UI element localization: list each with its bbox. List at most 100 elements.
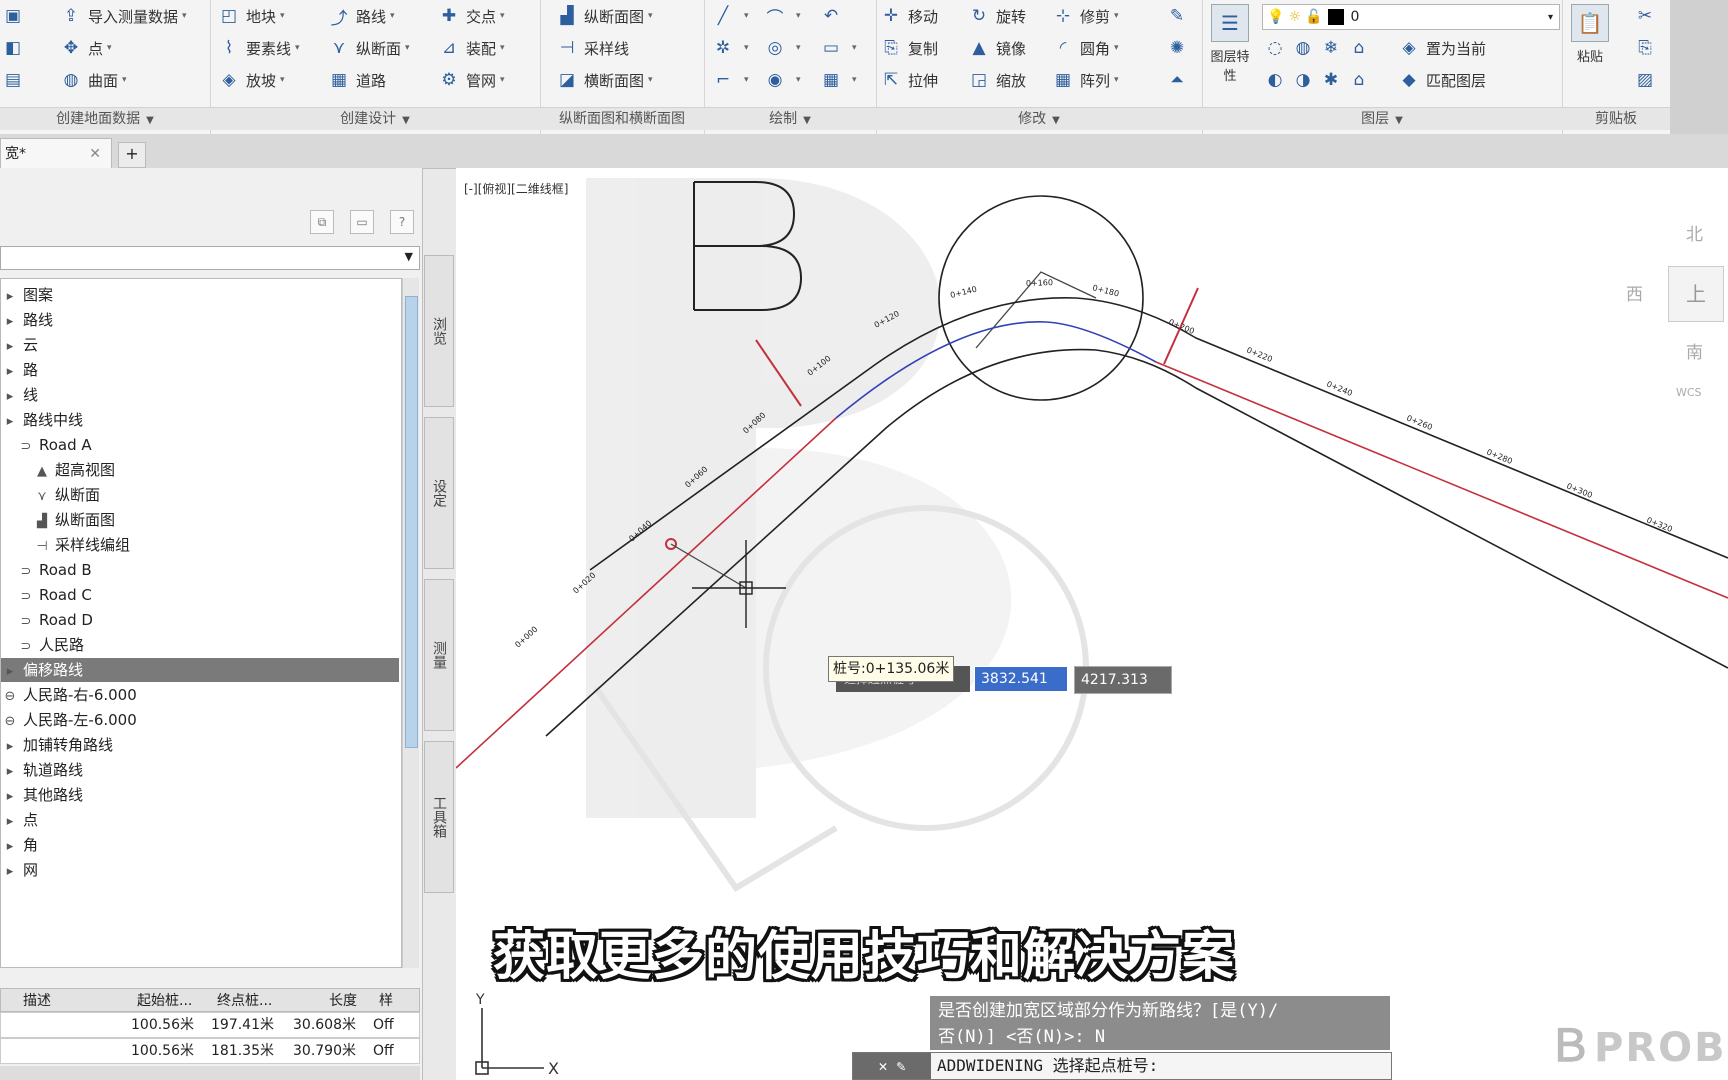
new-tab-button[interactable]: + bbox=[118, 142, 146, 168]
compass-south[interactable]: 南 bbox=[1686, 338, 1703, 363]
undo-draw-button[interactable]: ↶ bbox=[820, 2, 848, 30]
layer-tool-row2[interactable]: ◐ ◑ ✱ ⌂ bbox=[1264, 66, 1376, 94]
make-current-button[interactable]: ◈ 置为当前 bbox=[1398, 34, 1486, 62]
tree-item[interactable]: ▸ 偏移路线 bbox=[1, 658, 399, 682]
panel-title[interactable]: 创建设计 ▼ bbox=[210, 107, 540, 130]
move-button[interactable]: ✛ 移动 bbox=[880, 2, 938, 30]
panel-title[interactable]: 创建地面数据 ▼ bbox=[0, 107, 210, 130]
paste-button[interactable]: 📋 粘贴 bbox=[1568, 4, 1612, 65]
table-row[interactable]: 100.56米 181.35米 30.790米 Off bbox=[0, 1038, 420, 1064]
explode-button[interactable]: ✺ bbox=[1166, 34, 1194, 62]
copy-button[interactable]: ⎘ 复制 bbox=[880, 34, 938, 62]
column-header[interactable]: 描述 bbox=[23, 989, 51, 1013]
intersection-button[interactable]: ✚ 交点 ▾ bbox=[438, 2, 505, 30]
line-button[interactable]: ╱ ▾ bbox=[712, 2, 749, 30]
panel-title[interactable]: 剪贴板 bbox=[1562, 107, 1670, 130]
column-header[interactable]: 终点桩... bbox=[217, 989, 272, 1013]
tree-item[interactable]: ⊃ Road D bbox=[1, 608, 93, 632]
tree-item[interactable]: ▸ 路线中线 bbox=[1, 408, 83, 432]
tree-item[interactable]: ⊃ Road C bbox=[1, 583, 92, 607]
panel-title[interactable]: 修改 ▼ bbox=[876, 107, 1202, 130]
array-button[interactable]: ▦ 阵列 ▾ bbox=[1052, 66, 1119, 94]
survey-points-button[interactable]: ▣ bbox=[2, 2, 30, 30]
arc-button[interactable]: ⌒ ▾ bbox=[764, 2, 801, 30]
viewcube-face[interactable]: 上 bbox=[1668, 266, 1724, 322]
tab-settings[interactable]: 设定 bbox=[424, 417, 454, 569]
profile-button[interactable]: ⋎ 纵断面 ▾ bbox=[328, 34, 410, 62]
tab-toolbox[interactable]: 工具箱 bbox=[424, 741, 454, 893]
assembly-button[interactable]: ⊿ 装配 ▾ bbox=[438, 34, 505, 62]
tree-item[interactable]: ▸ 路 bbox=[1, 358, 38, 382]
command-line[interactable]: ✕ ✎ ADDWIDENING 选择起点桩号: bbox=[852, 1052, 1392, 1080]
tree-item[interactable]: ▸ 线 bbox=[1, 383, 38, 407]
profile-view-button[interactable]: ▟ 纵断面图 ▾ bbox=[556, 2, 652, 30]
dynamic-input-x[interactable]: 3832.541 bbox=[974, 666, 1068, 692]
close-icon[interactable]: ✕ bbox=[89, 139, 101, 169]
corridor-button[interactable]: ▦ 道路 bbox=[328, 66, 386, 94]
command-close-button[interactable]: ✕ ✎ bbox=[853, 1053, 931, 1079]
scrollbar-thumb[interactable] bbox=[405, 296, 418, 748]
command-input[interactable]: ADDWIDENING 选择起点桩号: bbox=[937, 1053, 1158, 1079]
tree-item[interactable]: ▸ 路线 bbox=[1, 308, 53, 332]
rotate-button[interactable]: ↻ 旋转 bbox=[968, 2, 1026, 30]
item-view-icon[interactable]: ⧉ bbox=[310, 210, 334, 234]
horizontal-scrollbar[interactable] bbox=[0, 1066, 420, 1080]
tree-item[interactable]: ▸ 轨道路线 bbox=[1, 758, 83, 782]
pipe-network-button[interactable]: ⚙ 管网 ▾ bbox=[438, 66, 504, 94]
prospector-view-dropdown[interactable]: ▼ bbox=[0, 246, 420, 270]
tree-item[interactable]: ⊃ 人民路 bbox=[1, 633, 84, 657]
trim-button[interactable]: ⊹ 修剪 ▾ bbox=[1052, 2, 1119, 30]
circle-button[interactable]: ◎ ▾ bbox=[764, 34, 801, 62]
tree-item[interactable]: ▸ 点 bbox=[1, 808, 38, 832]
column-header[interactable]: 样 bbox=[379, 989, 393, 1013]
layer-dropdown[interactable]: 💡 ☼ 🔓 0 ▾ bbox=[1262, 4, 1560, 30]
match-layer-button[interactable]: ◆ 匹配图层 bbox=[1398, 66, 1486, 94]
rectangle-button[interactable]: ▭ ▾ bbox=[820, 34, 857, 62]
view-button[interactable]: ◉ ▾ bbox=[764, 66, 801, 94]
panel-title[interactable]: 图层 ▼ bbox=[1202, 107, 1562, 130]
grading-button[interactable]: ◈ 放坡 ▾ bbox=[218, 66, 284, 94]
wcs-menu[interactable]: WCS bbox=[1676, 386, 1702, 399]
tree-item[interactable]: ▲ 超高视图 bbox=[1, 458, 115, 482]
offset-button[interactable]: ⏶ bbox=[1166, 66, 1194, 94]
copy-clip-button[interactable]: ⎘ bbox=[1634, 34, 1662, 62]
surfaces-button[interactable]: ◍ 曲面 ▾ bbox=[60, 66, 127, 94]
sample-lines-button[interactable]: ⊣ 采样线 bbox=[556, 34, 629, 62]
column-header[interactable]: 起始桩... bbox=[137, 989, 192, 1013]
polyline-button[interactable]: ⌐ ▾ bbox=[712, 66, 749, 94]
panorama-button[interactable]: ▤ bbox=[2, 66, 30, 94]
help-icon[interactable]: ? bbox=[390, 210, 414, 234]
parcel-button[interactable]: ◰ 地块 ▾ bbox=[218, 2, 285, 30]
points-button[interactable]: ✥ 点 ▾ bbox=[60, 34, 112, 62]
tab-survey[interactable]: 测量 bbox=[424, 579, 454, 731]
compass-west[interactable]: 西 bbox=[1626, 280, 1643, 305]
table-button[interactable]: ▦ ▾ bbox=[820, 66, 857, 94]
mirror-button[interactable]: ▲ 镜像 bbox=[968, 34, 1026, 62]
panel-toggle-icon[interactable]: ▭ bbox=[350, 210, 374, 234]
tree-item[interactable]: ⊖ 人民路-右-6.000 bbox=[1, 683, 137, 707]
section-views-button[interactable]: ◪ 横断面图 ▾ bbox=[556, 66, 653, 94]
table-row[interactable]: 100.56米 197.41米 30.608米 Off bbox=[0, 1012, 420, 1038]
import-survey-button[interactable]: ⇪ 导入测量数据 ▾ bbox=[60, 2, 187, 30]
fillet-button[interactable]: ◜ 圆角 ▾ bbox=[1052, 34, 1119, 62]
tree-item[interactable]: ▸ 网 bbox=[1, 858, 38, 882]
tree-item[interactable]: ⊖ 人民路-左-6.000 bbox=[1, 708, 137, 732]
match-properties-button[interactable]: ▨ bbox=[1634, 66, 1662, 94]
tree-item[interactable]: ⊃ Road B bbox=[1, 558, 92, 582]
feature-line-button[interactable]: ⌇ 要素线 ▾ bbox=[218, 34, 300, 62]
dynamic-input-y[interactable]: 4217.313 bbox=[1074, 666, 1172, 694]
tree-item[interactable]: ⋎ 纵断面 bbox=[1, 483, 100, 507]
panel-title[interactable]: 纵断面图和横断面图 bbox=[540, 107, 704, 130]
tree-item[interactable]: ▸ 加铺转角路线 bbox=[1, 733, 113, 757]
layer-tool-row1[interactable]: ◌ ◍ ❄ ⌂ bbox=[1264, 34, 1376, 62]
tree-item[interactable]: ▸ 图案 bbox=[1, 283, 53, 307]
stretch-button[interactable]: ⇱ 拉伸 bbox=[880, 66, 938, 94]
erase-button[interactable]: ✎ bbox=[1166, 2, 1194, 30]
viewcube[interactable]: 北 西 上 南 WCS bbox=[1618, 168, 1728, 428]
layer-properties-button[interactable]: ☰ 图层特性 bbox=[1208, 4, 1252, 84]
tree-item[interactable]: ⊃ Road A bbox=[1, 433, 92, 457]
alignment-button[interactable]: ⤴ 路线 ▾ bbox=[328, 2, 395, 30]
hatch-button[interactable]: ✲ ▾ bbox=[712, 34, 749, 62]
tree-item[interactable]: ▸ 云 bbox=[1, 333, 38, 357]
tab-prospector[interactable]: 浏览 bbox=[424, 255, 454, 407]
